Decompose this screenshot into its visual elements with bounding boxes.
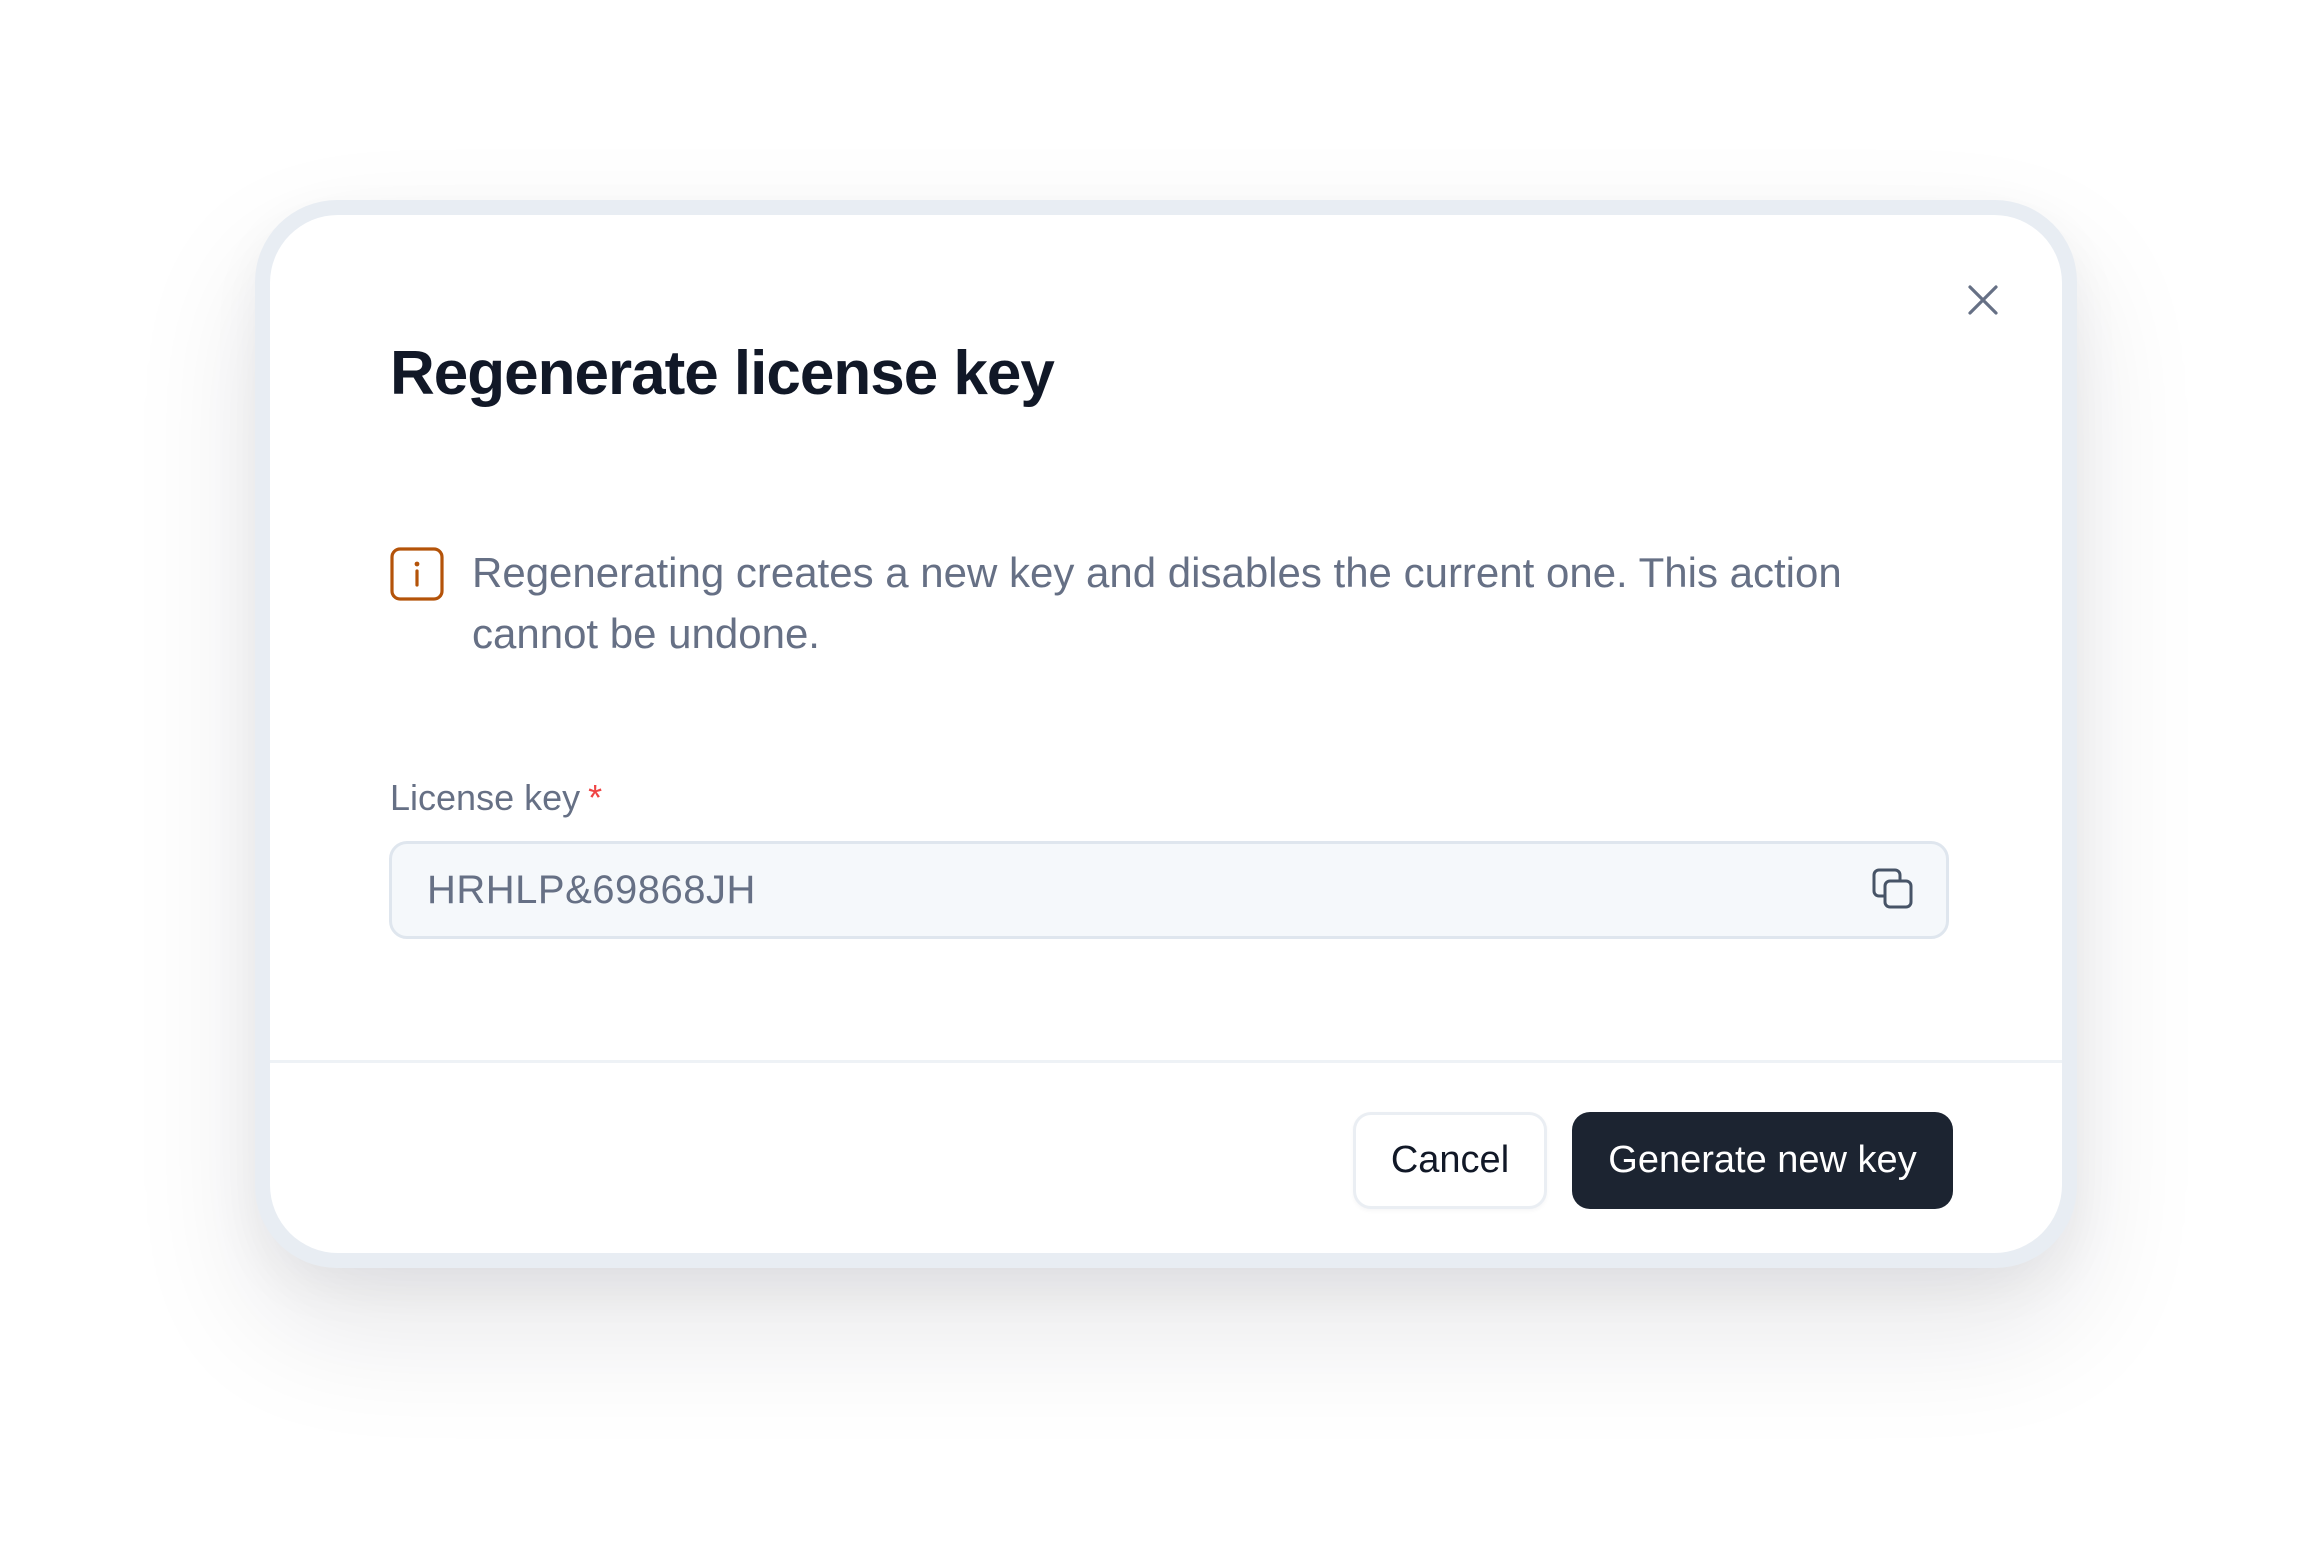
notice-text: Regenerating creates a new key and disab… xyxy=(472,549,1842,657)
copy-icon xyxy=(1872,868,1913,909)
footer-divider xyxy=(270,1060,2062,1063)
license-key-field xyxy=(389,841,1949,939)
close-icon xyxy=(1968,285,1998,315)
required-marker: * xyxy=(588,777,603,818)
regenerate-license-dialog: Regenerate license key Regenerating crea… xyxy=(270,215,2062,1253)
copy-button[interactable] xyxy=(1870,866,1916,912)
close-button[interactable] xyxy=(1960,277,2006,323)
license-key-input[interactable] xyxy=(392,844,1852,936)
generate-new-key-button[interactable]: Generate new key xyxy=(1572,1112,1953,1209)
license-key-label: License key * xyxy=(390,777,602,819)
info-icon xyxy=(390,547,444,601)
dialog-title: Regenerate license key xyxy=(390,339,1055,408)
warning-notice: Regenerating creates a new key and disab… xyxy=(390,545,1950,664)
dialog-frame: Regenerate license key Regenerating crea… xyxy=(255,200,2077,1268)
cancel-button[interactable]: Cancel xyxy=(1353,1112,1547,1209)
page-backdrop: Regenerate license key Regenerating crea… xyxy=(0,0,2304,1554)
license-key-label-text: License key xyxy=(390,777,581,818)
